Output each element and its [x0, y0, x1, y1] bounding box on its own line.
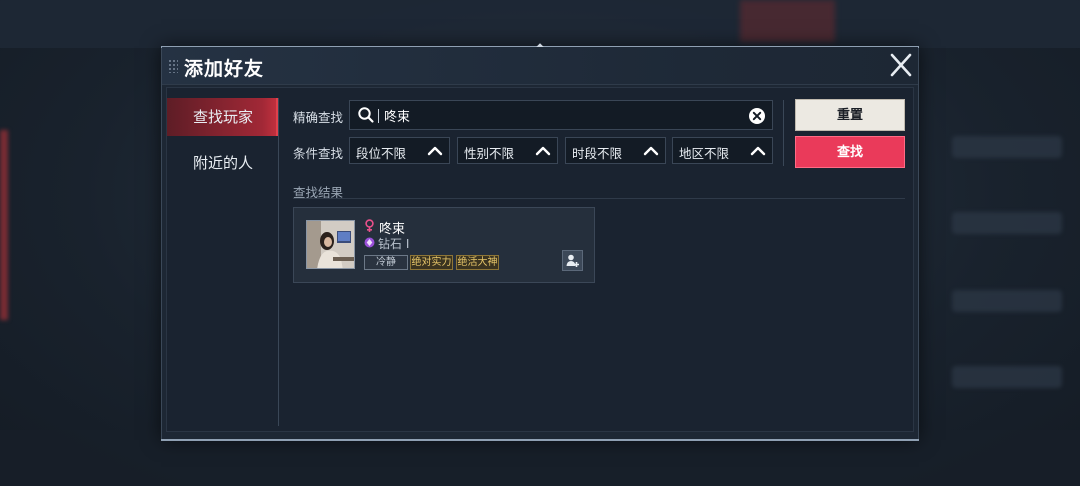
text-caret	[378, 109, 379, 123]
player-result-card[interactable]: 咚束 钻石 Ⅰ 冷静 绝对实力 绝活大神	[293, 207, 595, 283]
sidebar-item-find-player[interactable]: 查找玩家	[167, 98, 279, 136]
background-row	[952, 212, 1062, 234]
dialog-title: 添加好友	[184, 58, 265, 80]
dialog-title-bar: 添加好友	[162, 47, 918, 85]
chevron-up-icon	[750, 146, 766, 156]
results-divider	[293, 198, 905, 199]
clear-icon[interactable]	[748, 107, 766, 125]
diamond-rank-icon	[364, 237, 375, 248]
chevron-up-icon	[535, 146, 551, 156]
region-filter-dropdown[interactable]: 地区不限	[672, 137, 773, 164]
condition-search-label: 条件查找	[293, 146, 344, 161]
female-icon	[365, 219, 374, 232]
buttons-divider	[783, 100, 784, 166]
search-icon	[358, 107, 374, 123]
dropdown-value: 性别不限	[464, 146, 515, 161]
player-tag: 冷静	[364, 255, 408, 270]
sidebar-divider	[278, 98, 279, 426]
background-highlight	[740, 0, 835, 42]
close-icon	[890, 53, 912, 77]
background-row	[952, 290, 1062, 312]
background-row	[952, 366, 1062, 388]
dropdown-value: 时段不限	[572, 146, 623, 161]
background-row	[952, 136, 1062, 158]
avatar[interactable]	[306, 220, 355, 269]
dialog-bottom-border	[161, 439, 919, 441]
chevron-up-icon	[643, 146, 659, 156]
sidebar: 查找玩家 附近的人	[167, 98, 279, 428]
reset-button[interactable]: 重置	[795, 99, 905, 131]
time-filter-dropdown[interactable]: 时段不限	[565, 137, 666, 164]
search-box[interactable]	[349, 100, 773, 130]
search-button[interactable]: 查找	[795, 136, 905, 168]
rank-filter-dropdown[interactable]: 段位不限	[349, 137, 450, 164]
drag-grip-icon[interactable]	[168, 59, 178, 73]
add-friend-icon	[566, 254, 579, 267]
add-friend-button[interactable]	[562, 250, 583, 271]
player-tag: 绝对实力	[410, 255, 453, 270]
exact-search-label: 精确查找	[293, 110, 344, 125]
gender-filter-dropdown[interactable]: 性别不限	[457, 137, 558, 164]
close-button[interactable]	[888, 51, 914, 79]
dialog-body: 查找玩家 附近的人 精确查找 条件查找 段位不限 性别不限	[166, 87, 914, 432]
sidebar-item-nearby[interactable]: 附近的人	[167, 144, 279, 182]
add-friend-dialog: ◆ 添加好友 查找玩家 附近的人 精确查找	[161, 40, 919, 441]
search-input[interactable]	[384, 105, 744, 125]
dropdown-value: 段位不限	[356, 146, 407, 161]
chevron-up-icon	[427, 146, 443, 156]
dropdown-value: 地区不限	[679, 146, 730, 161]
player-rank: 钻石 Ⅰ	[378, 237, 410, 251]
player-tag: 绝活大神	[456, 255, 499, 270]
avatar-image	[307, 221, 354, 268]
background-sidebar-accent	[0, 130, 8, 320]
